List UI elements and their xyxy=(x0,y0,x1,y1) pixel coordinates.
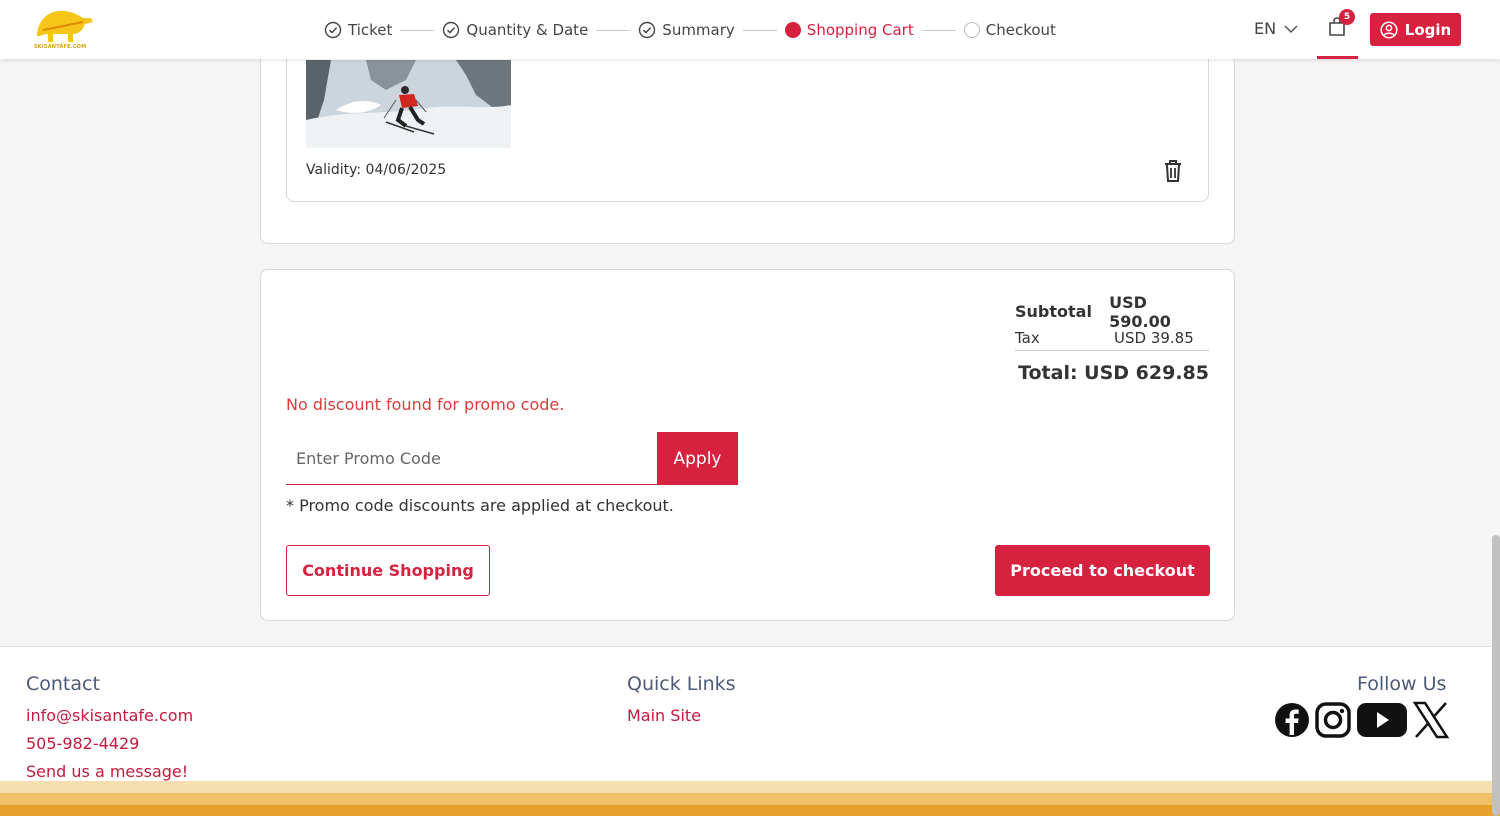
promo-error-message: No discount found for promo code. xyxy=(286,395,565,414)
logo-text: SKISANTAFE.COM xyxy=(34,44,87,50)
cart-active-indicator xyxy=(1317,56,1358,59)
top-header: SKISANTAFE.COM Ticket Quantity & Date Su… xyxy=(0,0,1500,59)
step-connector xyxy=(921,29,956,31)
cart-button[interactable]: 5 xyxy=(1317,0,1358,59)
totals-table: Subtotal USD 590.00 Tax USD 39.85 xyxy=(1015,293,1209,351)
apply-promo-button[interactable]: Apply xyxy=(657,432,738,485)
instagram-icon[interactable] xyxy=(1314,701,1352,739)
follow-us-heading: Follow Us xyxy=(1357,673,1447,695)
language-selector[interactable]: EN xyxy=(1254,19,1298,38)
tax-label: Tax xyxy=(1015,328,1040,347)
step-summary[interactable]: Summary xyxy=(638,21,735,39)
step-ticket[interactable]: Ticket xyxy=(324,21,392,39)
step-label: Ticket xyxy=(348,21,393,39)
send-message-link[interactable]: Send us a message! xyxy=(26,762,188,781)
step-connector xyxy=(596,29,631,31)
user-circle-icon xyxy=(1380,20,1398,39)
tax-row: Tax USD 39.85 xyxy=(1015,325,1209,351)
login-label: Login xyxy=(1404,20,1452,39)
social-links xyxy=(1274,701,1450,739)
email-link[interactable]: info@skisantafe.com xyxy=(26,706,193,725)
proceed-to-checkout-button[interactable]: Proceed to checkout xyxy=(995,545,1210,596)
step-label: Summary xyxy=(662,21,735,39)
step-checkout[interactable]: Checkout xyxy=(963,21,1056,39)
subtotal-value: USD 590.00 xyxy=(1109,292,1171,331)
grand-total: Total: USD 629.85 xyxy=(1018,362,1209,384)
page-scrollbar[interactable] xyxy=(1492,535,1500,816)
check-circle-icon xyxy=(639,21,656,39)
cart-items-panel: Validity: 04/06/2025 xyxy=(260,39,1235,244)
check-circle-icon xyxy=(324,21,342,39)
subtotal-label: Subtotal xyxy=(1015,302,1092,321)
checkout-stepper: Ticket Quantity & Date Summary Shopping … xyxy=(324,19,1056,41)
footer-stripe xyxy=(0,805,1500,816)
order-summary-panel: Subtotal USD 590.00 Tax USD 39.85 Total:… xyxy=(260,269,1235,621)
main-site-link[interactable]: Main Site xyxy=(627,706,701,725)
youtube-icon[interactable] xyxy=(1356,701,1408,739)
continue-shopping-button[interactable]: Continue Shopping xyxy=(286,545,490,596)
login-button[interactable]: Login xyxy=(1370,13,1461,46)
chevron-down-icon xyxy=(1284,24,1298,33)
step-connector xyxy=(400,29,435,31)
step-label: Quantity & Date xyxy=(466,21,589,39)
step-label: Checkout xyxy=(985,21,1056,39)
step-connector xyxy=(742,29,777,31)
quick-links-heading: Quick Links xyxy=(627,673,736,695)
pending-step-circle-icon xyxy=(963,22,980,38)
step-quantity-date[interactable]: Quantity & Date xyxy=(442,21,588,39)
step-label: Shopping Cart xyxy=(806,21,914,39)
facebook-icon[interactable] xyxy=(1274,702,1310,738)
subtotal-row: Subtotal USD 590.00 xyxy=(1015,293,1209,331)
phone-link[interactable]: 505-982-4429 xyxy=(26,734,139,753)
promo-code-input[interactable] xyxy=(286,432,658,485)
active-step-dot-icon xyxy=(784,22,801,38)
validity-date: Validity: 04/06/2025 xyxy=(306,162,447,178)
trash-icon[interactable] xyxy=(1162,159,1184,183)
x-icon[interactable] xyxy=(1412,701,1450,739)
footer-stripe xyxy=(0,781,1500,793)
contact-heading: Contact xyxy=(26,673,100,695)
promo-note: * Promo code discounts are applied at ch… xyxy=(286,496,674,515)
check-circle-icon xyxy=(443,21,460,39)
cart-count-badge: 5 xyxy=(1339,9,1355,25)
tax-value: USD 39.85 xyxy=(1114,328,1194,347)
step-shopping-cart[interactable]: Shopping Cart xyxy=(784,21,914,39)
ski-product-image xyxy=(306,60,511,148)
cart-item-card: Validity: 04/06/2025 xyxy=(286,39,1209,202)
footer-stripe xyxy=(0,793,1500,805)
language-label: EN xyxy=(1254,19,1277,38)
